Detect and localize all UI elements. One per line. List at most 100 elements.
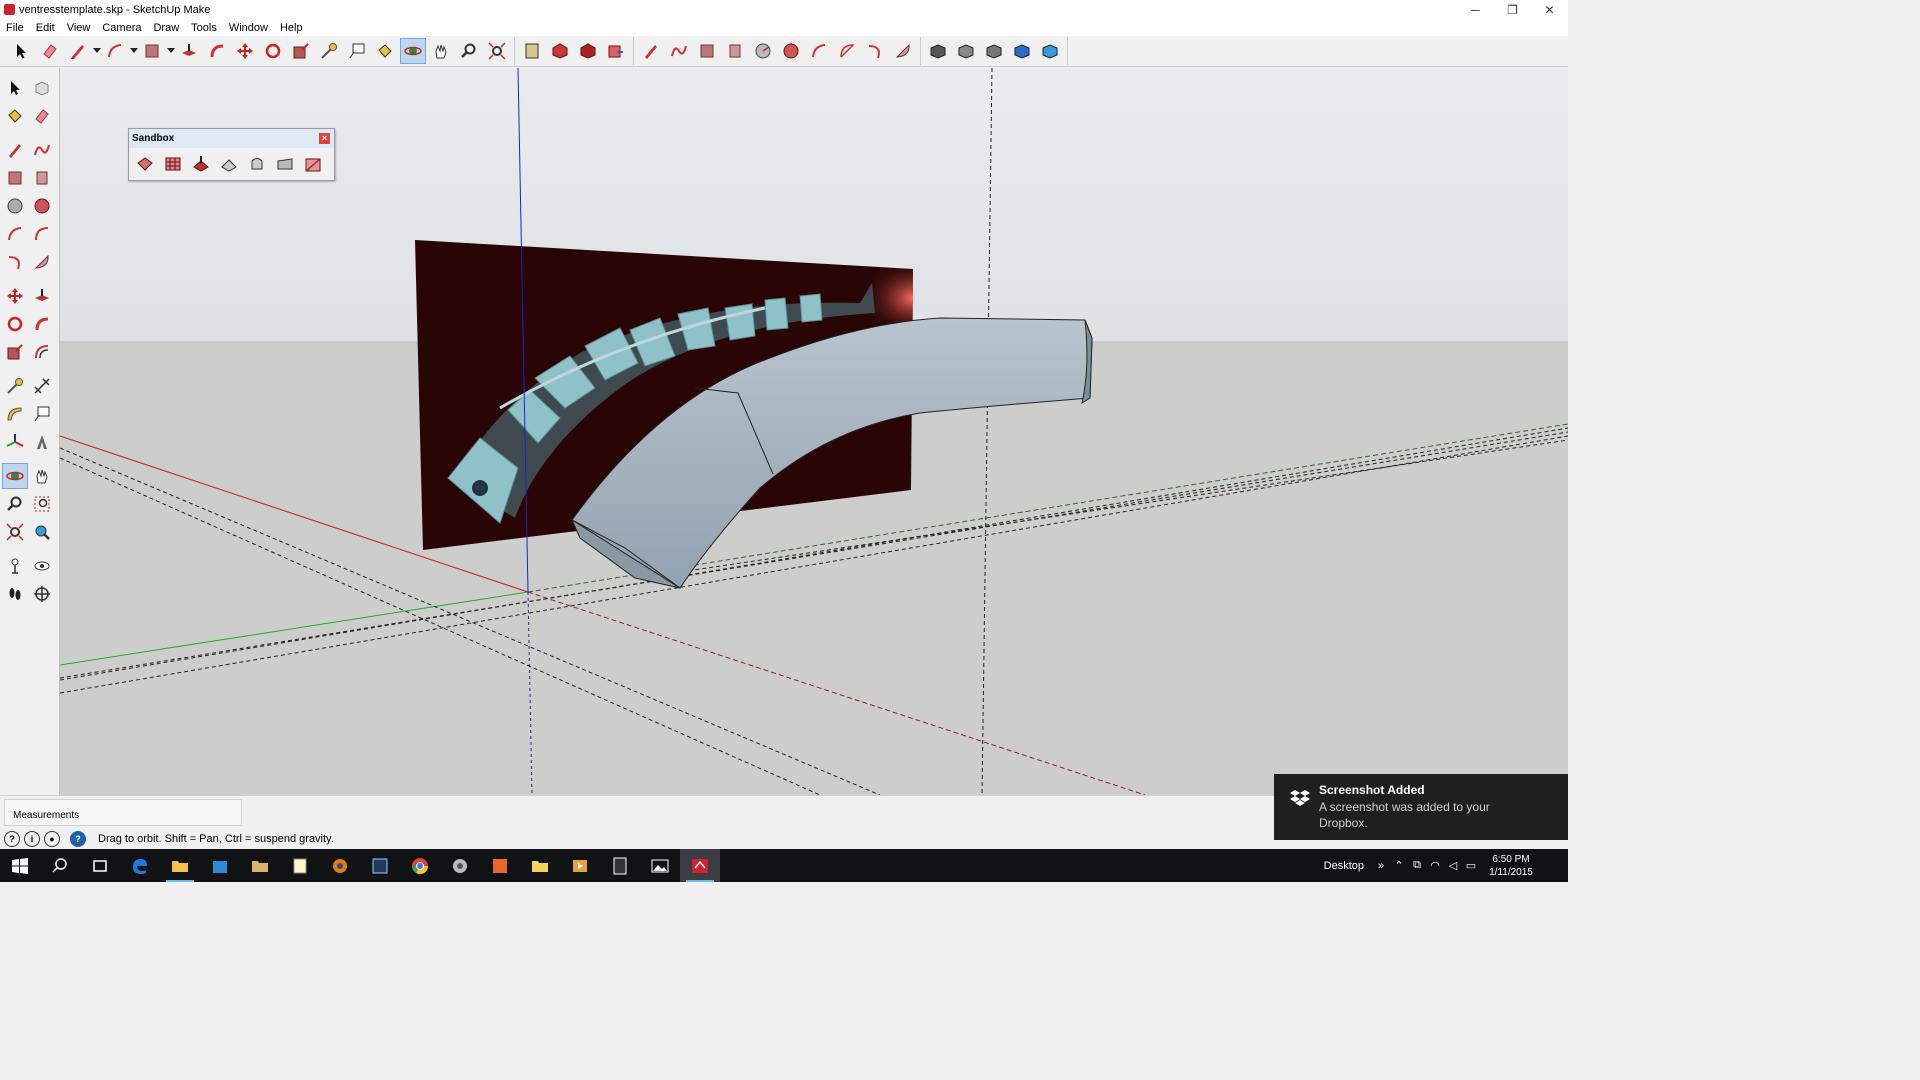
desktop-toolbar[interactable]: Desktop [1324,860,1364,872]
freehand-tool-button[interactable] [638,38,664,64]
circle-tool-button[interactable] [750,38,776,64]
rotate-tool-button[interactable] [260,38,286,64]
shadows-button[interactable] [925,38,951,64]
menu-tools[interactable]: Tools [185,22,223,34]
search-button[interactable] [40,849,80,882]
left-rotate-button[interactable] [2,311,28,337]
orbit-tool-button[interactable] [400,38,426,64]
taskbar-folder[interactable] [240,849,280,882]
wifi-icon[interactable]: ◠ [1426,859,1444,872]
taskbar-sketchup[interactable] [680,849,720,882]
left-arc-button[interactable] [2,221,28,247]
top-view-button[interactable] [981,38,1007,64]
left-pie-button[interactable] [29,249,55,275]
menu-window[interactable]: Window [223,22,274,34]
left-select-button[interactable] [2,75,28,101]
sandbox-smoove-button[interactable] [189,152,213,176]
task-view-button[interactable] [80,849,120,882]
left-axes-button[interactable] [2,429,28,455]
arc-dropdown[interactable] [129,38,138,64]
minimize-button[interactable]: ─ [1457,0,1494,19]
left-section-plane-button[interactable] [29,581,55,607]
left-rotated-rectangle-button[interactable] [29,165,55,191]
dropbox-notification[interactable]: Screenshot Added A screenshot was added … [1274,774,1568,840]
right-view-button[interactable] [1037,38,1063,64]
user-account-icon[interactable]: ● [44,830,60,847]
pie-tool-button[interactable] [890,38,916,64]
shape-dropdown[interactable] [166,38,175,64]
move-tool-button[interactable] [232,38,258,64]
taskbar-calculator[interactable] [600,849,640,882]
volume-icon[interactable]: ◁ [1444,859,1462,872]
credits-icon[interactable]: i [24,830,40,847]
restore-button[interactable]: ❐ [1494,0,1531,19]
arc-draw-button[interactable] [806,38,832,64]
left-line-button[interactable] [2,137,28,163]
left-look-around-button[interactable] [29,553,55,579]
close-button[interactable]: ✕ [1531,0,1568,19]
left-previous-view-button[interactable] [29,519,55,545]
menu-file[interactable]: File [0,22,30,34]
2pt-arc-button[interactable] [834,38,860,64]
instructor-help-icon[interactable]: ? [70,830,86,847]
sandbox-from-scratch-button[interactable] [161,152,185,176]
action-center-icon[interactable]: ▭ [1462,859,1480,872]
arc-tool-button[interactable] [102,38,128,64]
left-zoom-window-button[interactable] [29,491,55,517]
left-dimension-button[interactable] [29,373,55,399]
line-dropdown[interactable] [92,38,101,64]
select-tool-button[interactable] [9,38,35,64]
left-protractor-button[interactable] [2,401,28,427]
menu-draw[interactable]: Draw [147,22,185,34]
iso-view-button[interactable] [953,38,979,64]
taskbar-edge[interactable] [120,849,160,882]
left-circle-button[interactable] [2,193,28,219]
dropbox-tray-icon[interactable]: ⧉ [1408,859,1426,872]
sandbox-toolbar[interactable]: Sandbox × [128,128,335,181]
pan-tool-button[interactable] [428,38,454,64]
push-pull-tool-button[interactable] [176,38,202,64]
taskbar-media-player[interactable] [560,849,600,882]
taskbar-photo-app[interactable] [360,849,400,882]
left-scale-button[interactable] [2,339,28,365]
section-plane-tool-button[interactable] [519,38,545,64]
follow-me-tool-button[interactable] [204,38,230,64]
left-orbit-button[interactable] [2,463,28,489]
clock[interactable]: 6:50 PM 1/11/2015 [1480,853,1542,879]
left-offset-button[interactable] [29,339,55,365]
taskbar-office[interactable] [480,849,520,882]
paint-bucket-tool-button[interactable] [372,38,398,64]
zoom-tool-button[interactable] [456,38,482,64]
left-text-button[interactable] [29,401,55,427]
freehand-curve-tool-button[interactable] [666,38,692,64]
eraser-tool-button[interactable] [37,38,63,64]
left-move-button[interactable] [2,283,28,309]
3d-warehouse-button[interactable] [547,38,573,64]
sandbox-stamp-button[interactable] [217,152,241,176]
left-position-camera-button[interactable] [2,553,28,579]
sandbox-title-bar[interactable]: Sandbox × [129,129,334,148]
rectangle-draw-button[interactable] [694,38,720,64]
left-rectangle-button[interactable] [2,165,28,191]
left-zoom-button[interactable] [2,491,28,517]
taskbar-blender[interactable] [320,849,360,882]
3pt-arc-button[interactable] [862,38,888,64]
taskbar-photos[interactable] [640,849,680,882]
front-view-button[interactable] [1009,38,1035,64]
scale-tool-button[interactable] [288,38,314,64]
menu-edit[interactable]: Edit [30,22,61,34]
toolbar-overflow[interactable]: » [1372,860,1390,872]
sandbox-from-contours-button[interactable] [133,152,157,176]
left-2pt-arc-button[interactable] [29,221,55,247]
left-walk-button[interactable] [2,581,28,607]
rectangle-tool-button[interactable] [139,38,165,64]
left-follow-me-button[interactable] [29,311,55,337]
send-to-layout-button[interactable] [603,38,629,64]
left-push-pull-button[interactable] [29,283,55,309]
taskbar-notepad[interactable] [280,849,320,882]
measurements-box[interactable]: Measurements [4,799,242,826]
geo-location-icon[interactable]: ? [4,830,20,847]
left-pan-button[interactable] [29,463,55,489]
zoom-extents-tool-button[interactable] [484,38,510,64]
left-freehand-button[interactable] [29,137,55,163]
